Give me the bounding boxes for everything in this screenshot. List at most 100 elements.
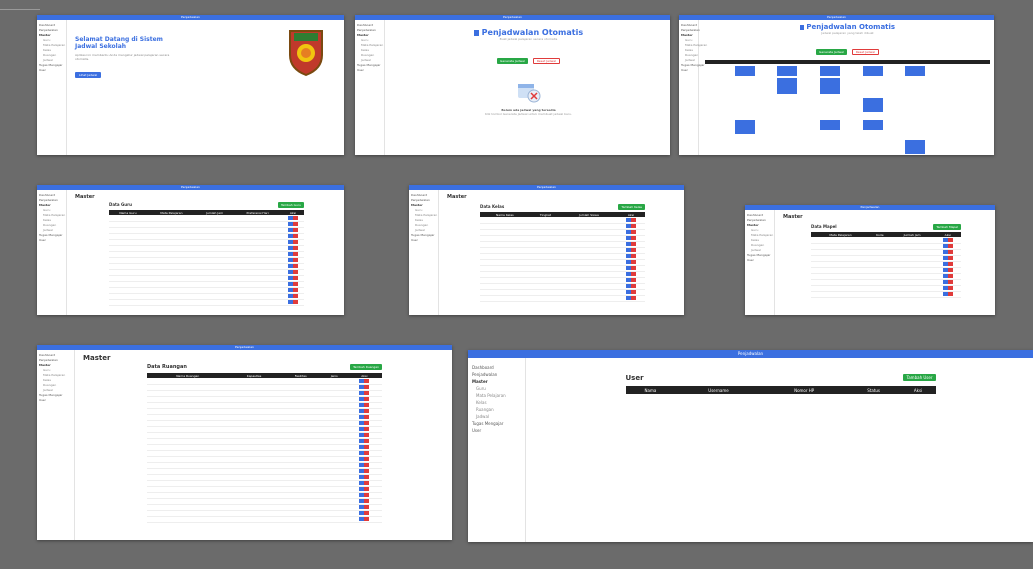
row-actions[interactable] — [942, 237, 953, 242]
row-actions[interactable] — [287, 215, 298, 220]
row-actions[interactable] — [359, 451, 370, 455]
schedule-cell[interactable] — [820, 120, 840, 130]
add-button[interactable]: Tambah Guru — [277, 202, 304, 208]
row-actions[interactable] — [942, 292, 953, 296]
row-actions[interactable] — [359, 433, 370, 437]
row-actions[interactable] — [625, 260, 636, 264]
add-button[interactable]: Tambah Kelas — [618, 204, 645, 210]
view-schedule-button[interactable]: Lihat Jadwal — [75, 72, 102, 78]
row-actions[interactable] — [942, 286, 953, 290]
row-actions[interactable] — [625, 254, 636, 258]
row-actions[interactable] — [287, 252, 298, 256]
row-actions[interactable] — [287, 276, 298, 280]
sidebar-item-user[interactable]: User — [411, 238, 436, 243]
row-actions[interactable] — [359, 427, 370, 431]
row-actions[interactable] — [625, 296, 636, 300]
generate-button[interactable]: Generate Jadwal — [497, 58, 528, 64]
row-actions[interactable] — [287, 222, 298, 226]
row-actions[interactable] — [359, 378, 370, 383]
row-actions[interactable] — [359, 469, 370, 473]
schedule-cell[interactable] — [905, 66, 925, 76]
sidebar-item-jadwal[interactable]: Jadwal — [472, 413, 521, 420]
sidebar-item-master[interactable]: Master — [472, 378, 521, 385]
row-actions[interactable] — [359, 409, 370, 413]
row-actions[interactable] — [287, 258, 298, 262]
row-actions[interactable] — [359, 511, 370, 515]
generate-button[interactable]: Generate Jadwal — [816, 49, 847, 55]
row-actions[interactable] — [942, 274, 953, 278]
row-actions[interactable] — [359, 385, 370, 389]
row-actions[interactable] — [625, 224, 636, 228]
schedule-cell[interactable] — [777, 78, 797, 94]
schedule-cell[interactable] — [735, 66, 755, 76]
row-actions[interactable] — [942, 280, 953, 284]
schedule-cell[interactable] — [820, 78, 840, 94]
sidebar-item-user[interactable]: User — [357, 68, 382, 73]
row-actions[interactable] — [359, 421, 370, 425]
add-user-button[interactable]: Tambah User — [903, 374, 936, 381]
row-actions[interactable] — [625, 217, 636, 222]
row-actions[interactable] — [359, 403, 370, 407]
row-actions[interactable] — [287, 282, 298, 286]
row-actions[interactable] — [625, 242, 636, 246]
row-actions[interactable] — [625, 248, 636, 252]
schedule-cell[interactable] — [735, 120, 755, 134]
row-actions[interactable] — [287, 300, 298, 304]
row-actions[interactable] — [625, 290, 636, 294]
schedule-cell[interactable] — [863, 120, 883, 130]
row-actions[interactable] — [625, 272, 636, 276]
row-actions[interactable] — [359, 397, 370, 401]
row-actions[interactable] — [287, 246, 298, 250]
sidebar-item-user[interactable]: User — [39, 238, 64, 243]
row-actions[interactable] — [359, 439, 370, 443]
sidebar-item-user[interactable]: User — [681, 68, 696, 73]
schedule-cell[interactable] — [905, 140, 925, 154]
sidebar-item-mapel[interactable]: Mata Pelajaran — [472, 392, 521, 399]
sidebar-item-penjadwalan[interactable]: Penjadwalan — [472, 371, 521, 378]
row-actions[interactable] — [942, 262, 953, 266]
row-actions[interactable] — [625, 236, 636, 240]
row-actions[interactable] — [359, 481, 370, 485]
row-actions[interactable] — [625, 278, 636, 282]
row-actions[interactable] — [359, 487, 370, 491]
add-button[interactable]: Tambah Ruangan — [350, 364, 382, 370]
row-actions[interactable] — [287, 264, 298, 268]
row-actions[interactable] — [359, 463, 370, 467]
sidebar-item-dashboard[interactable]: Dashboard — [472, 364, 521, 371]
row-actions[interactable] — [359, 457, 370, 461]
schedule-cell[interactable] — [863, 98, 883, 112]
row-actions[interactable] — [359, 499, 370, 503]
schedule-cell[interactable] — [777, 66, 797, 76]
row-actions[interactable] — [287, 234, 298, 238]
row-actions[interactable] — [287, 288, 298, 292]
row-actions[interactable] — [287, 294, 298, 298]
reset-button[interactable]: Reset Jadwal — [532, 58, 560, 64]
sidebar-item-user[interactable]: User — [39, 68, 64, 73]
sidebar-item-user[interactable]: User — [747, 258, 772, 263]
sidebar-item-user[interactable]: User — [39, 398, 72, 403]
row-actions[interactable] — [359, 505, 370, 509]
sidebar-item-user[interactable]: User — [472, 427, 521, 434]
row-actions[interactable] — [625, 230, 636, 234]
row-actions[interactable] — [359, 415, 370, 419]
row-actions[interactable] — [942, 244, 953, 248]
row-actions[interactable] — [625, 284, 636, 288]
row-actions[interactable] — [625, 266, 636, 270]
sidebar-item-kelas[interactable]: Kelas — [472, 399, 521, 406]
add-button[interactable]: Tambah Mapel — [933, 224, 961, 230]
sidebar-item-tugas[interactable]: Tugas Mengajar — [472, 420, 521, 427]
row-actions[interactable] — [359, 391, 370, 395]
row-actions[interactable] — [359, 475, 370, 479]
schedule-cell[interactable] — [820, 66, 840, 76]
reset-button[interactable]: Reset Jadwal — [851, 49, 879, 55]
row-actions[interactable] — [359, 517, 370, 521]
row-actions[interactable] — [942, 250, 953, 254]
row-actions[interactable] — [287, 240, 298, 244]
row-actions[interactable] — [359, 493, 370, 497]
sidebar-item-ruangan[interactable]: Ruangan — [472, 406, 521, 413]
row-actions[interactable] — [942, 256, 953, 260]
row-actions[interactable] — [359, 445, 370, 449]
schedule-cell[interactable] — [863, 66, 883, 76]
row-actions[interactable] — [287, 270, 298, 274]
row-actions[interactable] — [942, 268, 953, 272]
